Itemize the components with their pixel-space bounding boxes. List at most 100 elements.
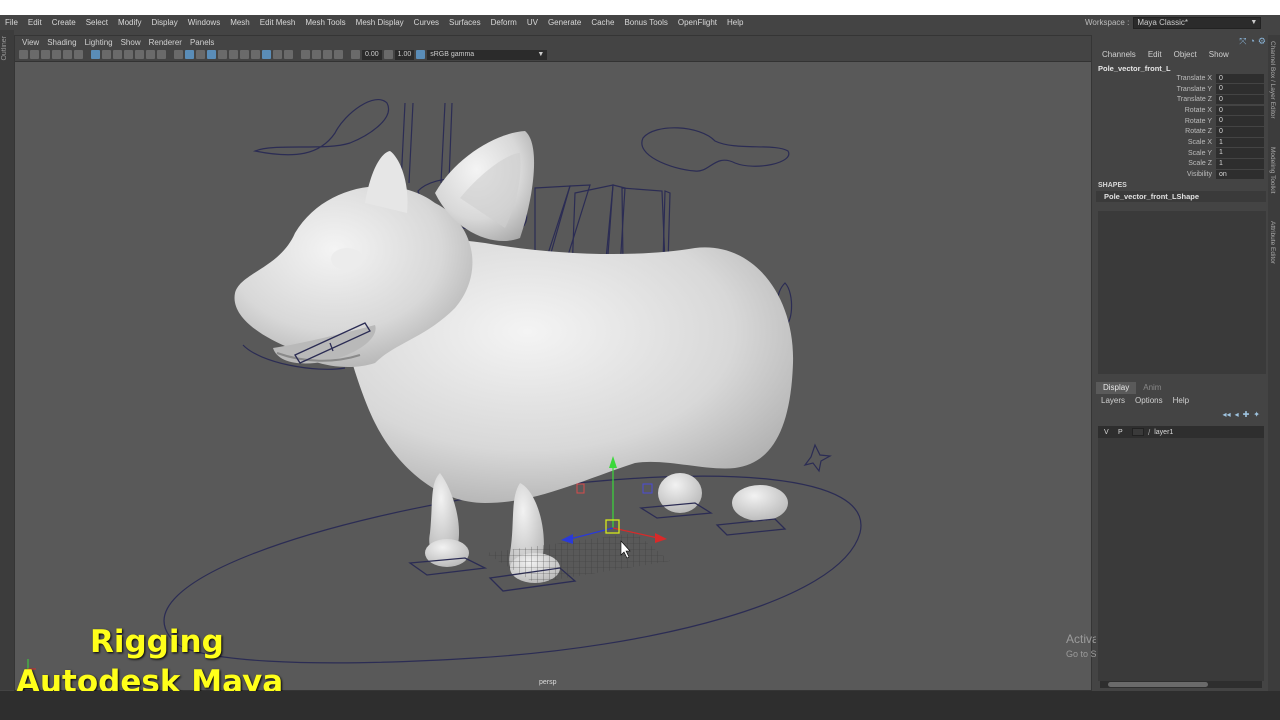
2d-pan-zoom-icon[interactable] [63,50,72,59]
side-tab-channel-box[interactable]: Channel Box / Layer Editor [1269,41,1276,119]
menu-openflight[interactable]: OpenFlight [673,15,722,30]
gamma-field[interactable]: 1.00 [394,49,415,60]
grease-pencil-icon[interactable] [74,50,83,59]
menu-display[interactable]: Display [147,15,183,30]
move-layer-up-icon[interactable]: ◂◂ [1223,410,1231,419]
depth-of-field-icon[interactable] [284,50,293,59]
shape-node-name[interactable]: Pole_vector_front_LShape [1096,191,1266,202]
channel-menu-edit[interactable]: Edit [1142,49,1168,61]
move-layer-down-icon[interactable]: ◂ [1235,410,1239,419]
attr-label-rotate-y[interactable]: Rotate Y [1096,118,1216,125]
panel-menu-renderer[interactable]: Renderer [145,38,186,47]
workspace-dropdown[interactable]: Maya Classic* ▼ [1133,16,1262,29]
wireframe-icon[interactable] [174,50,183,59]
menu-bonus-tools[interactable]: Bonus Tools [619,15,672,30]
panel-menu-panels[interactable]: Panels [186,38,218,47]
field-chart-icon[interactable] [135,50,144,59]
menu-edit[interactable]: Edit [23,15,47,30]
panel-menu-shading[interactable]: Shading [43,38,80,47]
menu-mesh-tools[interactable]: Mesh Tools [300,15,350,30]
film-gate-icon[interactable] [102,50,111,59]
menu-help[interactable]: Help [722,15,748,30]
menu-edit-mesh[interactable]: Edit Mesh [255,15,301,30]
resolution-gate-icon[interactable] [113,50,122,59]
panel-menu-lighting[interactable]: Lighting [81,38,117,47]
new-layer-selected-icon[interactable]: ✦ [1253,410,1260,419]
corgi-mesh[interactable] [234,131,794,583]
layer-visibility-toggle[interactable]: V [1104,429,1114,436]
tab-display[interactable]: Display [1096,382,1137,394]
attr-label-translate-x[interactable]: Translate X [1096,75,1216,82]
safe-title-icon[interactable] [157,50,166,59]
xray-joints-icon[interactable] [334,50,343,59]
use-all-lights-icon[interactable] [229,50,238,59]
attr-label-rotate-z[interactable]: Rotate Z [1096,128,1216,135]
xray-active-icon[interactable] [323,50,332,59]
menu-modify[interactable]: Modify [113,15,147,30]
attr-label-scale-z[interactable]: Scale Z [1096,160,1216,167]
default-material-icon[interactable] [196,50,205,59]
attr-label-scale-x[interactable]: Scale X [1096,139,1216,146]
attr-value-translate-x[interactable]: 0 [1216,73,1264,84]
channel-menu-channels[interactable]: Channels [1096,49,1142,61]
attr-value-scale-z[interactable]: 1 [1216,159,1264,169]
gate-mask-icon[interactable] [124,50,133,59]
layer-color-swatch[interactable] [1132,428,1144,436]
color-management-icon[interactable] [416,50,426,59]
select-camera-icon[interactable] [19,50,28,59]
attr-value-rotate-y[interactable]: 0 [1216,116,1264,126]
side-tab-modeling-toolkit[interactable]: Modeling Toolkit [1269,147,1276,194]
channel-menu-object[interactable]: Object [1168,49,1203,61]
layer-playback-toggle[interactable]: P [1118,429,1128,436]
viewport-panel[interactable]: View Shading Lighting Show Renderer Panels [14,35,1092,691]
gamma-icon[interactable] [383,50,393,59]
menu-select[interactable]: Select [81,15,113,30]
menu-surfaces[interactable]: Surfaces [444,15,486,30]
menu-file[interactable]: File [0,15,23,30]
menu-windows[interactable]: Windows [183,15,225,30]
tab-anim[interactable]: Anim [1136,382,1168,394]
bookmark-icon[interactable] [41,50,50,59]
speed-icon[interactable]: ◔ [1249,36,1254,46]
menu-mesh[interactable]: Mesh [225,15,255,30]
attr-value-translate-y[interactable]: 0 [1216,84,1264,94]
menu-create[interactable]: Create [47,15,81,30]
attr-label-rotate-x[interactable]: Rotate X [1096,107,1216,114]
menu-uv[interactable]: UV [522,15,543,30]
smooth-shade-icon[interactable] [185,50,194,59]
layer-name[interactable]: layer1 [1154,429,1173,436]
layer-menu-help[interactable]: Help [1168,396,1194,405]
selected-object-name[interactable]: Pole_vector_front_L [1098,64,1171,73]
attr-value-rotate-x[interactable]: 0 [1216,105,1264,116]
textured-icon[interactable] [218,50,227,59]
camera-attributes-icon[interactable] [30,50,39,59]
attr-value-translate-z[interactable]: 0 [1216,94,1264,105]
hyper-icon[interactable]: ⚙ [1258,36,1266,47]
layer-menu-layers[interactable]: Layers [1096,396,1130,405]
new-layer-icon[interactable]: ✚ [1243,410,1250,419]
layer-menu-options[interactable]: Options [1130,396,1168,405]
anti-aliasing-icon[interactable] [273,50,282,59]
scrollbar-thumb[interactable] [1108,682,1208,687]
xray-icon[interactable] [312,50,321,59]
image-plane-icon[interactable] [52,50,61,59]
safe-action-icon[interactable] [146,50,155,59]
attr-label-translate-z[interactable]: Translate Z [1096,96,1216,103]
attr-label-scale-y[interactable]: Scale Y [1096,150,1216,157]
menu-curves[interactable]: Curves [409,15,444,30]
isolate-select-icon[interactable] [301,50,310,59]
exposure-icon[interactable] [351,50,360,59]
motion-blur-icon[interactable] [262,50,271,59]
menu-generate[interactable]: Generate [543,15,586,30]
attr-label-translate-y[interactable]: Translate Y [1096,86,1216,93]
exposure-field[interactable]: 0.00 [362,49,382,60]
attr-value-visibility[interactable]: on [1216,169,1264,180]
channel-menu-show[interactable]: Show [1203,49,1235,61]
layer-row[interactable]: V P / layer1 [1098,426,1264,438]
ambient-occlusion-icon[interactable] [251,50,260,59]
manipulator-icon[interactable]: ⤧ [1239,36,1246,47]
attr-value-scale-y[interactable]: 1 [1216,148,1264,158]
menu-deform[interactable]: Deform [486,15,522,30]
viewport-scene[interactable] [15,63,1091,691]
horizontal-scrollbar[interactable] [1100,681,1262,688]
